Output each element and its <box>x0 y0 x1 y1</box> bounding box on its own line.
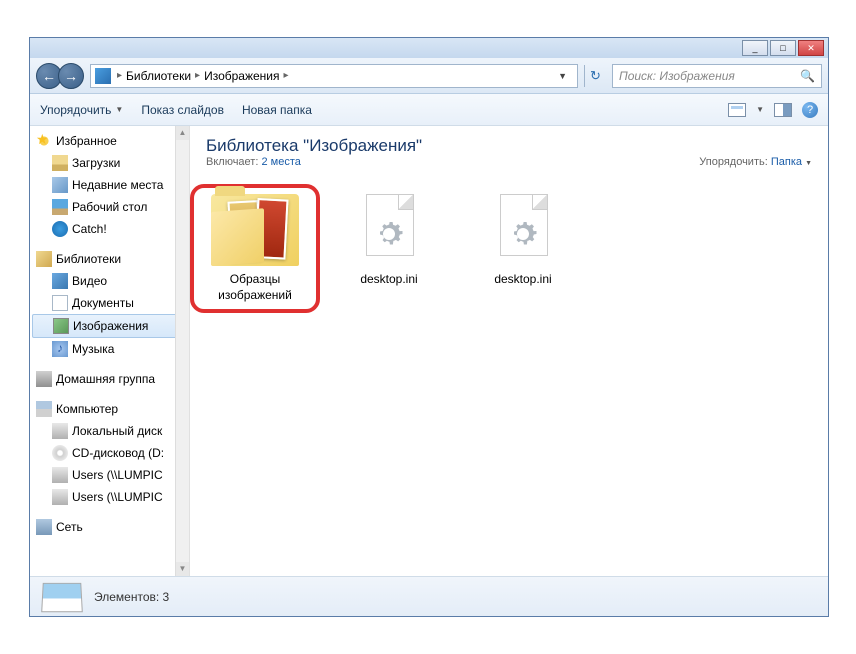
arrange-dropdown[interactable]: Папка ▼ <box>771 156 812 168</box>
file-desktop-ini-2[interactable]: desktop.ini <box>468 194 578 288</box>
address-dropdown[interactable]: ▼ <box>552 71 573 81</box>
computer-icon <box>36 401 52 417</box>
toolbar: Упорядочить▼ Показ слайдов Новая папка ▼… <box>30 94 828 126</box>
breadcrumb-sep[interactable]: ▸ <box>280 70 293 81</box>
pictures-icon <box>53 318 69 334</box>
sidebar-item-localdisk[interactable]: Локальный диск <box>30 420 189 442</box>
search-input[interactable]: Поиск: Изображения 🔍 <box>612 64 822 88</box>
sidebar-item-music[interactable]: Музыка <box>30 338 189 360</box>
sidebar-item-cddrive[interactable]: CD-дисковод (D: <box>30 442 189 464</box>
status-count: Элементов: 3 <box>94 590 169 604</box>
star-icon <box>36 133 52 149</box>
sidebar-item-images[interactable]: Изображения <box>32 314 187 338</box>
view-dropdown-icon[interactable]: ▼ <box>756 105 764 114</box>
document-icon <box>52 295 68 311</box>
arrange-label: Упорядочить: <box>699 156 768 168</box>
file-items: Образцы изображений desktop.ini <box>190 174 828 323</box>
homegroup-icon <box>36 371 52 387</box>
folder-icon <box>211 194 299 266</box>
sidebar-item-recent[interactable]: Недавние места <box>30 174 189 196</box>
sidebar-network[interactable]: Сеть <box>30 516 189 538</box>
item-label: Образцы изображений <box>200 272 310 303</box>
organize-menu[interactable]: Упорядочить▼ <box>40 103 123 117</box>
search-placeholder: Поиск: Изображения <box>619 69 735 83</box>
explorer-window: _ □ ✕ ← → ▸ Библиотеки ▸ Изображения ▸ ▼… <box>29 37 829 617</box>
minimize-button[interactable]: _ <box>742 40 768 56</box>
item-label: desktop.ini <box>494 272 551 288</box>
sidebar-item-video[interactable]: Видео <box>30 270 189 292</box>
titlebar[interactable]: _ □ ✕ <box>30 38 828 58</box>
breadcrumb-sep[interactable]: ▸ <box>113 70 126 81</box>
sidebar-libraries[interactable]: Библиотеки <box>30 248 189 270</box>
item-label: desktop.ini <box>360 272 417 288</box>
downloads-icon <box>52 155 68 171</box>
breadcrumb-images[interactable]: Изображения <box>204 69 279 83</box>
folder-sample-pictures[interactable]: Образцы изображений <box>200 194 310 303</box>
video-icon <box>52 273 68 289</box>
sidebar-favorites[interactable]: Избранное <box>30 130 189 152</box>
sidebar-item-desktop[interactable]: Рабочий стол <box>30 196 189 218</box>
network-icon <box>36 519 52 535</box>
preview-pane-button[interactable] <box>774 103 792 117</box>
sidebar-homegroup[interactable]: Домашняя группа <box>30 368 189 390</box>
library-icon <box>95 68 111 84</box>
file-desktop-ini-1[interactable]: desktop.ini <box>334 194 444 288</box>
breadcrumb-sep[interactable]: ▸ <box>191 70 204 81</box>
search-icon: 🔍 <box>800 69 815 83</box>
ini-file-icon <box>354 194 424 266</box>
breadcrumb-libraries[interactable]: Библиотеки <box>126 69 191 83</box>
navbar: ← → ▸ Библиотеки ▸ Изображения ▸ ▼ ↻ Пои… <box>30 58 828 94</box>
ini-file-icon <box>488 194 558 266</box>
gear-icon <box>505 216 541 252</box>
netdrive-icon <box>52 467 68 483</box>
music-icon <box>52 341 68 357</box>
file-list-pane: Библиотека "Изображения" Включает: 2 мес… <box>190 126 828 576</box>
library-header: Библиотека "Изображения" Включает: 2 мес… <box>190 126 828 174</box>
page-title: Библиотека "Изображения" <box>206 136 422 156</box>
address-bar[interactable]: ▸ Библиотеки ▸ Изображения ▸ ▼ <box>90 64 578 88</box>
slideshow-button[interactable]: Показ слайдов <box>141 103 224 117</box>
refresh-button[interactable]: ↻ <box>584 65 606 87</box>
close-button[interactable]: ✕ <box>798 40 824 56</box>
catch-icon <box>52 221 68 237</box>
sidebar-item-downloads[interactable]: Загрузки <box>30 152 189 174</box>
library-icon <box>36 251 52 267</box>
recent-icon <box>52 177 68 193</box>
newfolder-button[interactable]: Новая папка <box>242 103 312 117</box>
disk-icon <box>52 423 68 439</box>
sidebar-item-netdrive2[interactable]: Users (\\LUMPIC <box>30 486 189 508</box>
status-bar: Элементов: 3 <box>30 576 828 616</box>
sidebar-computer[interactable]: Компьютер <box>30 398 189 420</box>
includes-link[interactable]: 2 места <box>261 156 300 168</box>
desktop-icon <box>52 199 68 215</box>
help-button[interactable]: ? <box>802 102 818 118</box>
sidebar-scrollbar[interactable] <box>175 126 189 576</box>
status-thumb-icon <box>41 582 83 611</box>
navigation-pane: Избранное Загрузки Недавние места Рабочи… <box>30 126 190 576</box>
view-options-button[interactable] <box>728 103 746 117</box>
sidebar-item-catch[interactable]: Catch! <box>30 218 189 240</box>
sidebar-item-documents[interactable]: Документы <box>30 292 189 314</box>
sidebar-item-netdrive1[interactable]: Users (\\LUMPIC <box>30 464 189 486</box>
maximize-button[interactable]: □ <box>770 40 796 56</box>
netdrive-icon <box>52 489 68 505</box>
gear-icon <box>371 216 407 252</box>
forward-button[interactable]: → <box>58 63 84 89</box>
includes-label: Включает: <box>206 156 258 168</box>
cd-icon <box>52 445 68 461</box>
